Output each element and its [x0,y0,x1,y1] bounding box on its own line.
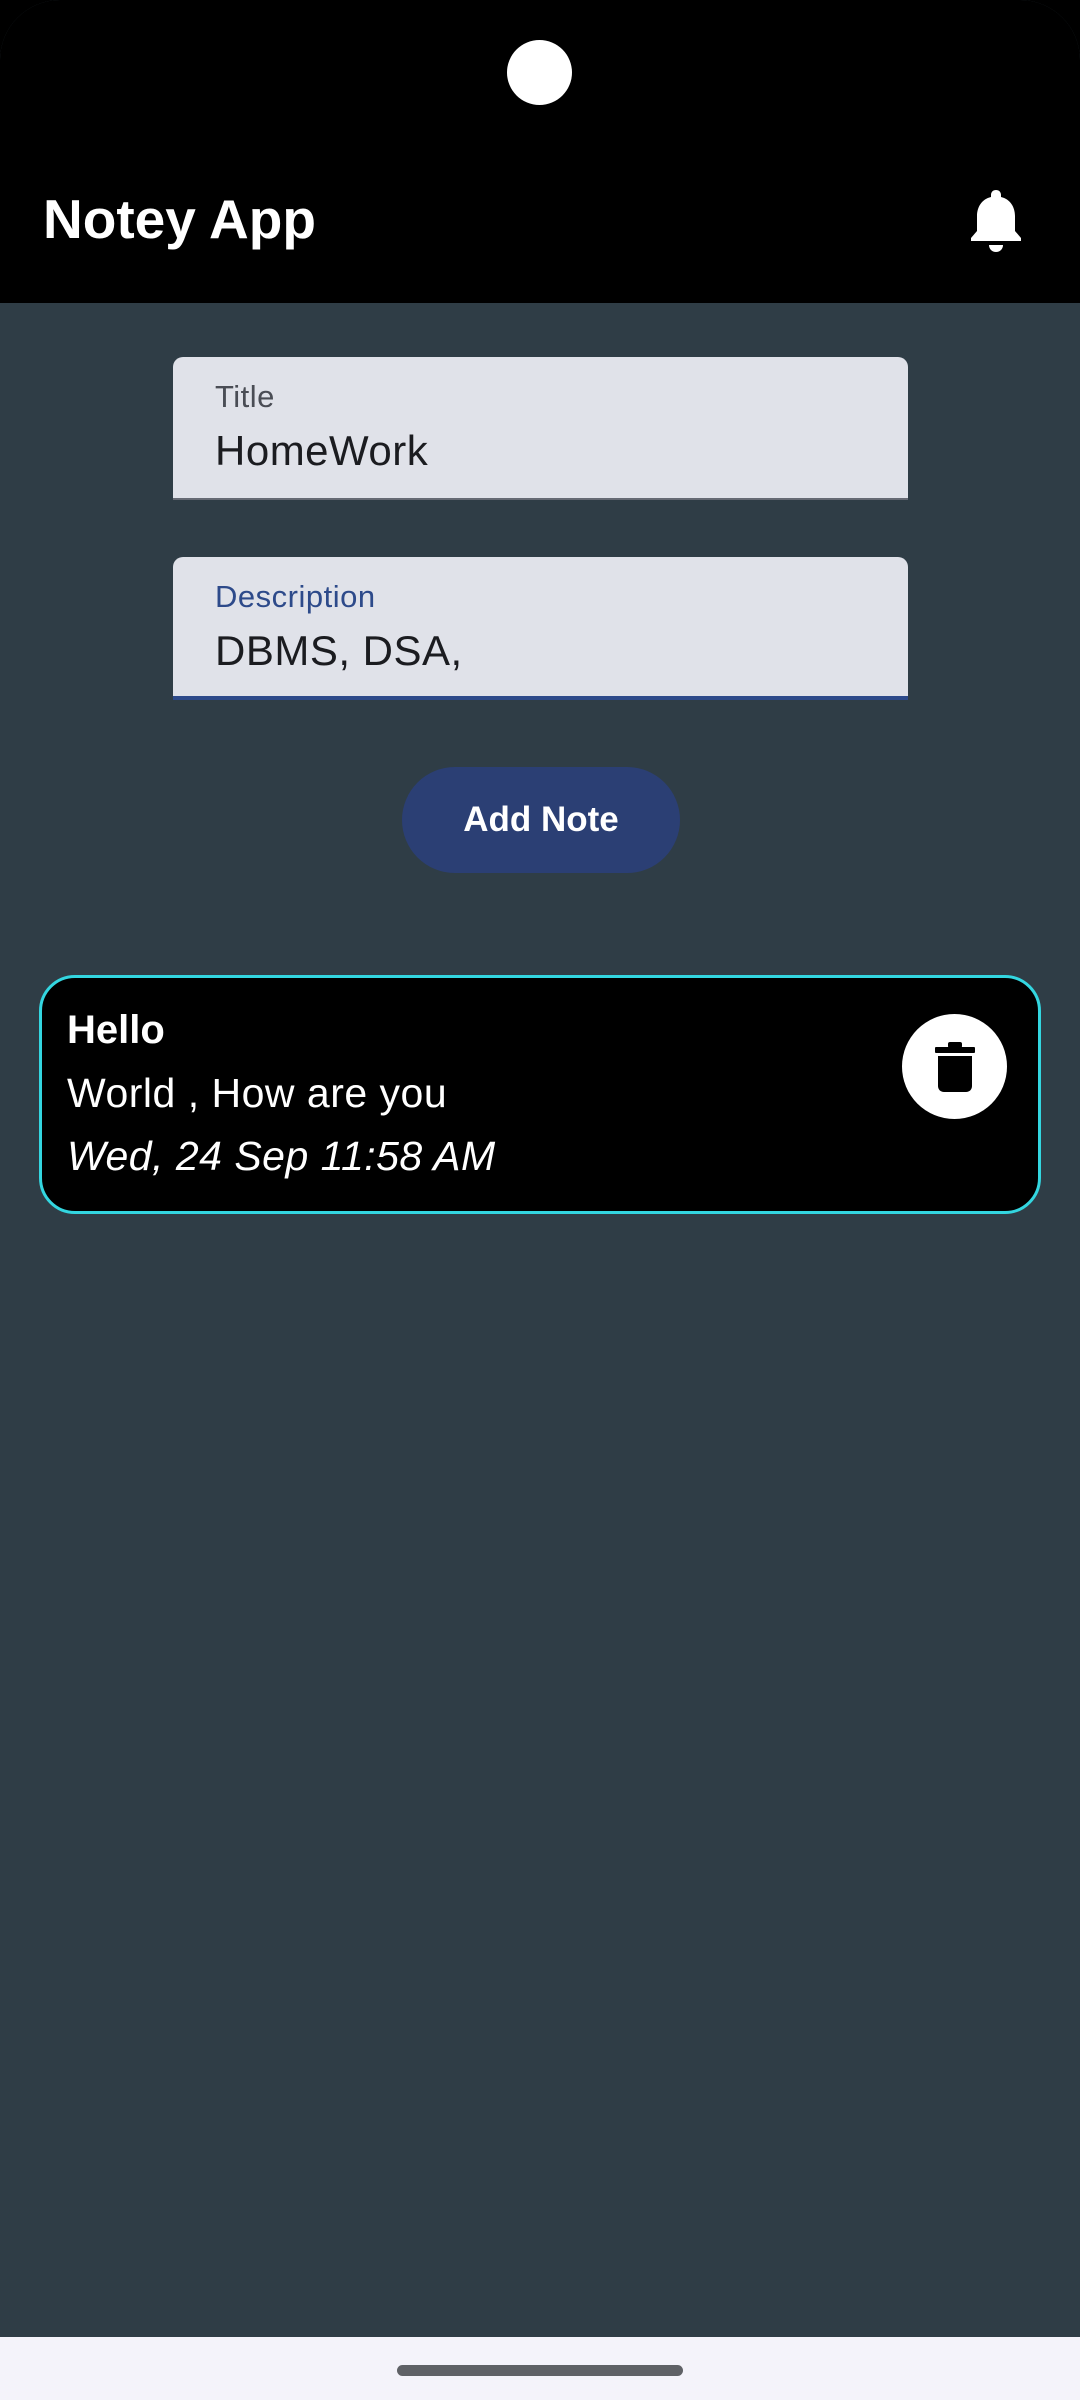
delete-note-button[interactable] [902,1014,1007,1119]
bell-icon[interactable] [966,186,1026,252]
title-field-label: Title [215,379,275,414]
description-field-value: DBMS, DSA, [215,627,463,674]
add-note-button[interactable]: Add Note [402,767,680,873]
app-screen: Notey App Title HomeWork Description DBM… [0,0,1080,2400]
description-field[interactable]: Description DBMS, DSA, [173,557,908,700]
top-app-bar: Notey App [0,0,1080,303]
note-date: Wed, 24 Sep 11:58 AM [67,1133,496,1179]
trash-icon [934,1041,975,1092]
note-title: Hello [67,1008,165,1052]
note-description: World , How are you [67,1070,448,1116]
app-title: Notey App [43,188,316,250]
system-nav-bar [0,2337,1080,2400]
home-gesture-handle[interactable] [397,2365,683,2376]
description-field-label: Description [215,579,376,614]
title-field-value: HomeWork [215,427,429,474]
camera-cutout [507,40,572,105]
title-field[interactable]: Title HomeWork [173,357,908,500]
note-card[interactable]: Hello World , How are you Wed, 24 Sep 11… [39,975,1041,1214]
